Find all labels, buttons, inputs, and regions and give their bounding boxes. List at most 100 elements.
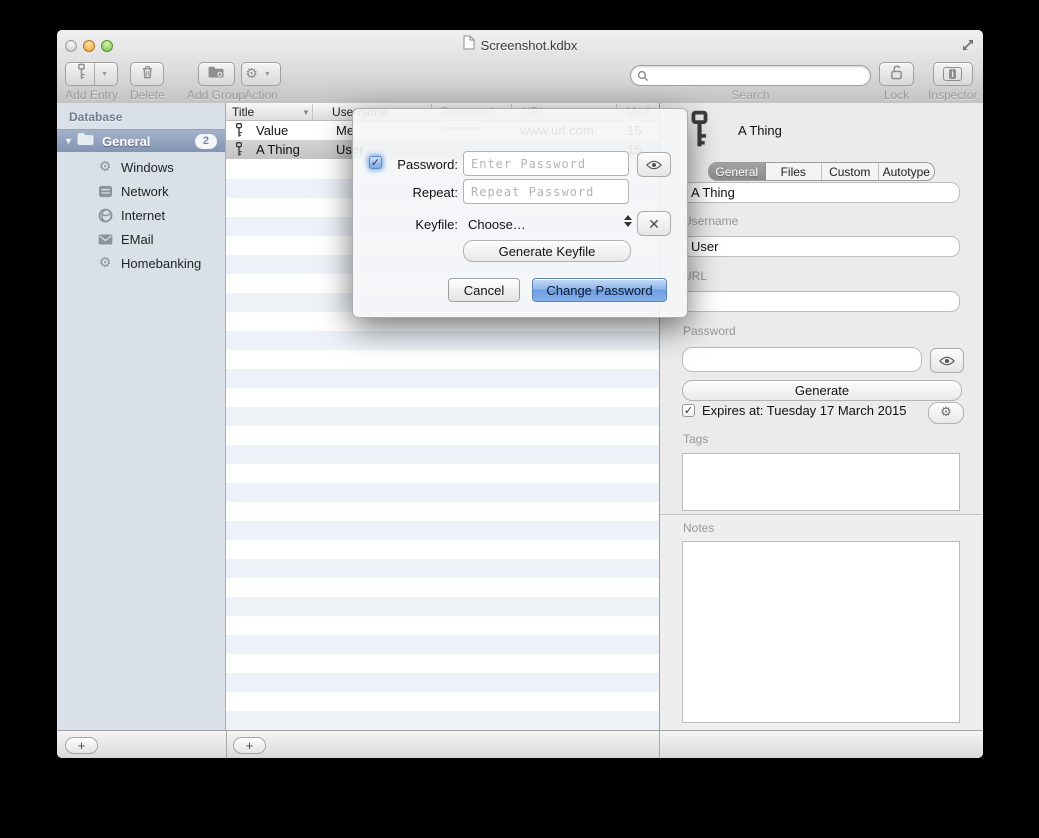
tab-general[interactable]: General [709, 163, 766, 180]
key-icon [77, 63, 86, 85]
password-label: Password [683, 324, 736, 338]
expires-settings-button[interactable]: ⚙ [928, 402, 964, 424]
keyfile-popup-button[interactable]: Choose… [468, 217, 526, 232]
add-group-plus-button[interactable]: + [65, 737, 98, 754]
change-password-dialog: ✓ Password: Repeat: Keyfile: Choose… ✕ G… [352, 108, 688, 318]
add-entry-label: Add Entry [65, 88, 118, 102]
sidebar-section-header: Database [69, 110, 122, 124]
tab-autotype[interactable]: Autotype [879, 163, 935, 180]
lock-label: Lock [884, 88, 909, 102]
window-chrome: Screenshot.kdbx ▼ Add Entry [57, 30, 983, 104]
eye-icon [646, 160, 662, 170]
bottom-bar: + + [57, 730, 983, 758]
inspector-tabs: General Files Custom Autotype [708, 162, 935, 181]
sidebar-item-label: EMail [121, 232, 154, 247]
sidebar: Database ▼ General 2 ⚙ Windows Network [57, 103, 226, 730]
inspector-label: Inspector [928, 88, 977, 102]
dialog-repeat-input[interactable] [463, 179, 629, 204]
tags-field[interactable] [682, 453, 960, 511]
app-window: Screenshot.kdbx ▼ Add Entry [57, 30, 983, 758]
lock-button[interactable] [879, 62, 914, 86]
cancel-button-label: Cancel [464, 283, 504, 298]
column-header-title[interactable]: Title [232, 105, 254, 119]
password-enable-checkbox[interactable]: ✓ [369, 156, 382, 169]
change-password-button[interactable]: Change Password [532, 278, 667, 302]
folder-plus-icon [207, 65, 225, 84]
cell-title: Value [256, 123, 288, 138]
cancel-button[interactable]: Cancel [448, 278, 520, 302]
add-group-label: Add Group [187, 88, 245, 102]
dialog-password-input[interactable] [463, 151, 629, 176]
sidebar-item-internet[interactable]: Internet [97, 206, 165, 224]
sidebar-item-windows[interactable]: ⚙ Windows [97, 158, 174, 176]
sidebar-item-email[interactable]: EMail [97, 230, 154, 248]
search-input[interactable] [653, 68, 864, 84]
sidebar-item-label: Homebanking [121, 256, 201, 271]
dialog-password-label: Password: [386, 157, 458, 172]
sort-descending-icon: ▼ [302, 108, 310, 117]
action-button[interactable]: ⚙ ▼ [241, 62, 281, 86]
notes-section: Notes [660, 515, 983, 730]
delete-button[interactable] [130, 62, 164, 86]
generate-keyfile-label: Generate Keyfile [499, 244, 596, 259]
plus-icon: + [78, 738, 86, 753]
envelope-icon [97, 234, 113, 245]
disclosure-triangle-icon[interactable]: ▼ [64, 136, 76, 146]
sidebar-item-network[interactable]: Network [97, 182, 169, 200]
key-icon [689, 110, 710, 153]
checkmark-icon: ✓ [684, 404, 693, 417]
dialog-reveal-password-button[interactable] [637, 152, 671, 177]
inspector-panel: A Thing General Files Custom Autotype Us… [659, 103, 983, 730]
gear-icon: ⚙ [245, 67, 258, 81]
sidebar-item-label: Windows [121, 160, 174, 175]
add-entry-button[interactable]: ▼ [65, 62, 118, 86]
username-field[interactable] [682, 236, 960, 257]
generate-password-button[interactable]: Generate [682, 380, 962, 401]
eye-icon [939, 356, 955, 366]
trash-icon [140, 64, 155, 85]
search-label: Search [731, 88, 769, 102]
open-padlock-icon [889, 64, 904, 85]
entry-count-badge: 2 [195, 134, 217, 149]
sidebar-group-label: General [102, 134, 195, 149]
checkmark-icon: ✓ [371, 156, 380, 169]
key-icon [235, 141, 243, 160]
fullscreen-icon[interactable] [960, 37, 976, 53]
sidebar-group-general[interactable]: ▼ General 2 [57, 129, 225, 152]
search-icon [637, 70, 649, 82]
tab-custom[interactable]: Custom [822, 163, 879, 180]
expires-label: Expires at: Tuesday 17 March 2015 [702, 403, 907, 418]
gear-icon: ⚙ [97, 160, 113, 174]
reveal-password-button[interactable] [930, 348, 964, 373]
folder-icon [76, 132, 95, 151]
close-icon: ✕ [648, 217, 660, 231]
plus-icon: + [246, 738, 254, 753]
action-label: Action [244, 88, 277, 102]
generate-keyfile-button[interactable]: Generate Keyfile [463, 240, 631, 262]
titlebar[interactable]: Screenshot.kdbx [57, 30, 983, 60]
expires-row: ✓ Expires at: Tuesday 17 March 2015 [682, 403, 907, 418]
add-group-button[interactable] [198, 62, 235, 86]
inspector-button[interactable]: i [933, 62, 973, 86]
title-field[interactable] [682, 182, 960, 203]
server-icon [97, 185, 113, 198]
clear-keyfile-button[interactable]: ✕ [637, 211, 671, 236]
dialog-repeat-label: Repeat: [386, 185, 458, 200]
sidebar-item-label: Network [121, 184, 169, 199]
chevron-down-icon: ▼ [258, 71, 277, 78]
info-icon: i [943, 67, 962, 81]
notes-field[interactable] [682, 541, 960, 723]
key-icon [235, 122, 243, 141]
sidebar-item-homebanking[interactable]: ⚙ Homebanking [97, 254, 201, 272]
url-field[interactable] [682, 291, 960, 312]
toolbar: ▼ Add Entry Delete [57, 60, 983, 103]
add-entry-plus-button[interactable]: + [233, 737, 266, 754]
gear-icon: ⚙ [97, 256, 113, 270]
expires-checkbox[interactable]: ✓ [682, 404, 695, 417]
password-field[interactable] [682, 347, 922, 372]
tab-files[interactable]: Files [766, 163, 823, 180]
notes-label: Notes [683, 521, 714, 535]
stepper-arrows-icon[interactable] [624, 215, 632, 227]
search-field[interactable] [630, 65, 871, 86]
chevron-down-icon: ▼ [95, 71, 114, 78]
